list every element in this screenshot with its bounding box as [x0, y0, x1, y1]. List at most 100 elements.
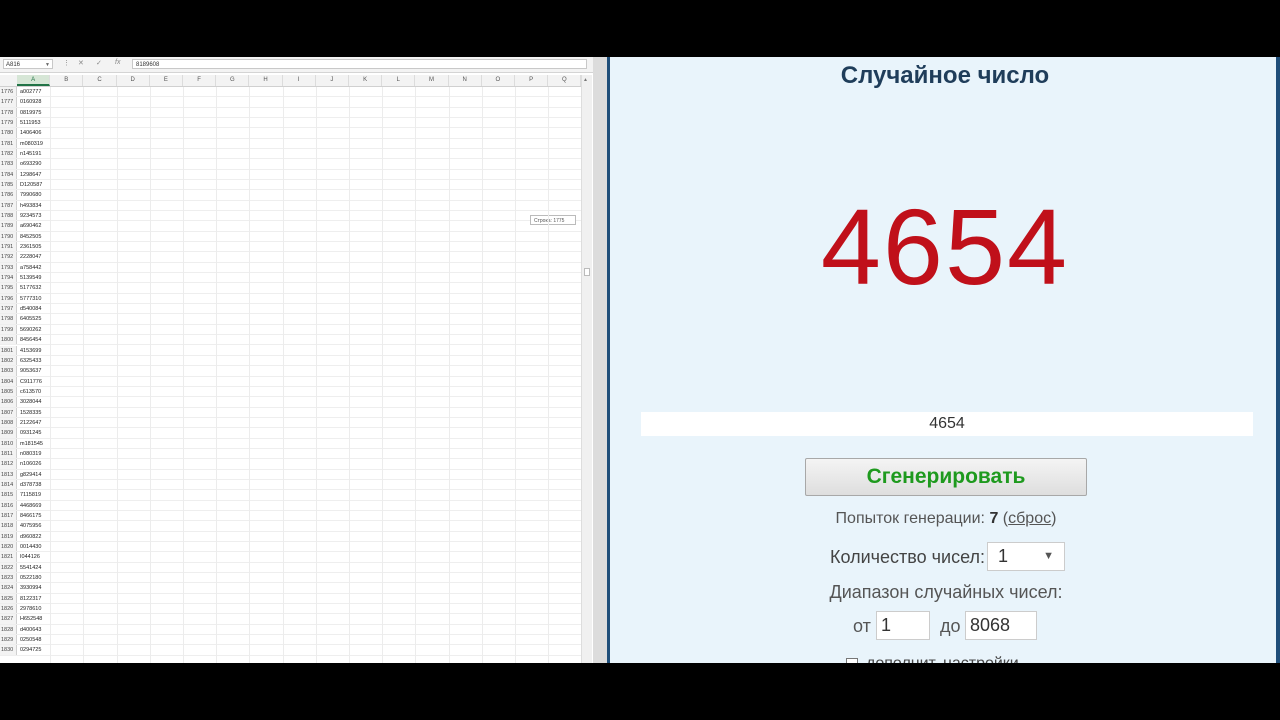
- cell-value[interactable]: 0294725: [20, 645, 41, 655]
- row-number[interactable]: 1797: [0, 304, 17, 314]
- row-number[interactable]: 1821: [0, 552, 17, 562]
- cell-value[interactable]: m181545: [20, 439, 43, 449]
- cell-value[interactable]: 1528335: [20, 408, 41, 418]
- cell-value[interactable]: C911776: [20, 377, 42, 387]
- row-number[interactable]: 1819: [0, 531, 17, 541]
- cell-value[interactable]: 5177632: [20, 283, 41, 293]
- cell-value[interactable]: a690462: [20, 221, 41, 231]
- row-number[interactable]: 1787: [0, 200, 17, 211]
- row-number[interactable]: 1817: [0, 510, 17, 521]
- to-input[interactable]: 8068: [965, 611, 1037, 640]
- row-number[interactable]: 1778: [0, 107, 17, 117]
- row-number[interactable]: 1813: [0, 469, 17, 479]
- row-number[interactable]: 1806: [0, 397, 17, 407]
- column-header[interactable]: K: [349, 75, 383, 86]
- cell-value[interactable]: 3930994: [20, 583, 41, 593]
- generate-button[interactable]: Сгенерировать: [805, 458, 1087, 496]
- row-number[interactable]: 1776: [0, 87, 17, 97]
- cell-value[interactable]: 9234573: [20, 211, 41, 221]
- row-number[interactable]: 1803: [0, 366, 17, 376]
- cell-value[interactable]: 0014430: [20, 542, 41, 552]
- cell-value[interactable]: 5777310: [20, 294, 41, 304]
- row-number[interactable]: 1794: [0, 273, 17, 283]
- column-header[interactable]: I: [283, 75, 316, 86]
- cell-value[interactable]: D120587: [20, 180, 42, 190]
- row-number[interactable]: 1827: [0, 614, 17, 624]
- row-number[interactable]: 1786: [0, 190, 17, 200]
- vertical-scrollbar[interactable]: ▲: [581, 75, 592, 663]
- cell-value[interactable]: 6325433: [20, 356, 41, 366]
- cell-value[interactable]: 0522180: [20, 573, 41, 583]
- row-number[interactable]: 1780: [0, 128, 17, 138]
- cell-value[interactable]: d400643: [20, 625, 41, 635]
- name-box[interactable]: A816 ▼: [3, 59, 53, 69]
- cell-value[interactable]: 1298647: [20, 170, 41, 180]
- row-number[interactable]: 1808: [0, 417, 17, 428]
- cell-value[interactable]: 0819975: [20, 108, 41, 118]
- column-header[interactable]: J: [316, 75, 349, 86]
- row-number[interactable]: 1807: [0, 407, 17, 417]
- cell-value[interactable]: 4468669: [20, 501, 41, 511]
- row-number[interactable]: 1818: [0, 521, 17, 531]
- row-number[interactable]: 1810: [0, 438, 17, 448]
- row-number[interactable]: 1802: [0, 355, 17, 366]
- cell-value[interactable]: 4153699: [20, 346, 41, 356]
- row-number[interactable]: 1784: [0, 169, 17, 180]
- cell-value[interactable]: 5139549: [20, 273, 41, 283]
- row-number[interactable]: 1777: [0, 97, 17, 107]
- cell-value[interactable]: 2228047: [20, 252, 41, 262]
- row-number[interactable]: 1811: [0, 448, 17, 459]
- row-number[interactable]: 1789: [0, 221, 17, 231]
- row-number[interactable]: 1793: [0, 262, 17, 273]
- result-field[interactable]: 4654: [641, 412, 1253, 436]
- cell-value[interactable]: o693290: [20, 159, 41, 169]
- scroll-thumb[interactable]: [584, 268, 590, 276]
- row-number[interactable]: 1782: [0, 149, 17, 159]
- row-number[interactable]: 1783: [0, 159, 17, 169]
- cell-value[interactable]: a758442: [20, 263, 41, 273]
- row-number[interactable]: 1788: [0, 211, 17, 221]
- cell-value[interactable]: 2361505: [20, 242, 41, 252]
- cell-value[interactable]: 8452505: [20, 232, 41, 242]
- row-number[interactable]: 1823: [0, 572, 17, 583]
- row-number[interactable]: 1812: [0, 459, 17, 469]
- column-header[interactable]: B: [50, 75, 84, 86]
- row-number[interactable]: 1804: [0, 376, 17, 386]
- row-number[interactable]: 1816: [0, 500, 17, 510]
- cell-value[interactable]: c613570: [20, 387, 41, 397]
- column-header[interactable]: H: [249, 75, 283, 86]
- cell-value[interactable]: 6405525: [20, 314, 41, 324]
- column-header[interactable]: P: [515, 75, 549, 86]
- row-number[interactable]: 1791: [0, 242, 17, 252]
- extra-settings[interactable]: дополнит. настройки: [846, 655, 1019, 663]
- cell-value[interactable]: 8466175: [20, 511, 41, 521]
- cell-value[interactable]: n145191: [20, 149, 41, 159]
- row-number[interactable]: 1796: [0, 293, 17, 304]
- cell-value[interactable]: H652548: [20, 614, 42, 624]
- row-number[interactable]: 1795: [0, 283, 17, 293]
- row-number[interactable]: 1792: [0, 252, 17, 262]
- cell-value[interactable]: 0250548: [20, 635, 41, 645]
- cell-value[interactable]: 8456454: [20, 335, 41, 345]
- cell-value[interactable]: d378738: [20, 480, 41, 490]
- row-number[interactable]: 1805: [0, 386, 17, 397]
- formula-input[interactable]: 8189608: [132, 59, 587, 69]
- cell-value[interactable]: 8122317: [20, 594, 41, 604]
- row-number[interactable]: 1829: [0, 635, 17, 645]
- cell-value[interactable]: 9053637: [20, 366, 41, 376]
- cancel-icon[interactable]: ✕: [78, 59, 84, 67]
- column-header[interactable]: E: [150, 75, 183, 86]
- scroll-up-icon[interactable]: ▲: [583, 77, 588, 83]
- cell-value[interactable]: g829414: [20, 470, 41, 480]
- cell-value[interactable]: 0160928: [20, 97, 41, 107]
- cell-value[interactable]: d960822: [20, 532, 41, 542]
- column-header[interactable]: F: [183, 75, 217, 86]
- row-number[interactable]: 1815: [0, 490, 17, 500]
- cell-value[interactable]: 0931245: [20, 428, 41, 438]
- column-header[interactable]: Q: [548, 75, 582, 86]
- row-number[interactable]: 1826: [0, 604, 17, 614]
- cell-value[interactable]: 5111953: [20, 118, 41, 128]
- row-number[interactable]: 1825: [0, 593, 17, 603]
- column-header[interactable]: G: [216, 75, 250, 86]
- column-header[interactable]: N: [449, 75, 482, 86]
